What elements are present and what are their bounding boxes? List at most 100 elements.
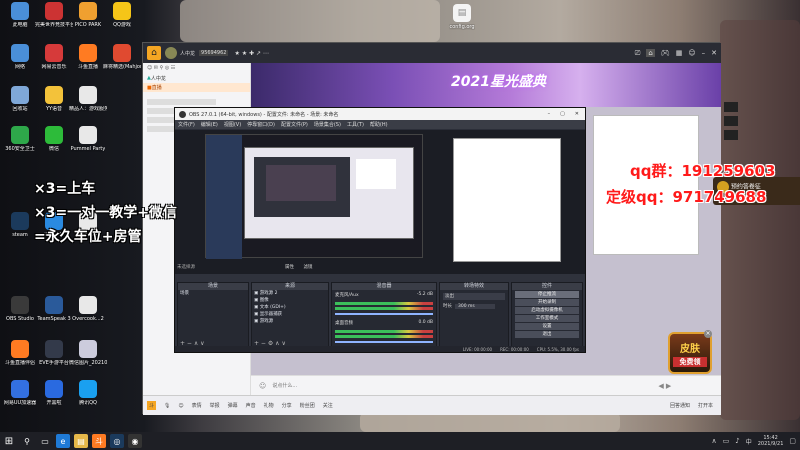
bottom-item-1[interactable]: 举报 bbox=[210, 402, 220, 409]
side-icon[interactable] bbox=[724, 102, 738, 112]
windows-start-icon[interactable]: ⊞ bbox=[2, 434, 16, 448]
side-icon[interactable] bbox=[724, 116, 738, 126]
bottom-item-6[interactable]: 粉丝团 bbox=[300, 402, 315, 409]
desktop-icon[interactable]: 斗鱼直播 bbox=[70, 44, 106, 80]
clock[interactable]: 15:42 2021/9/21 bbox=[758, 435, 784, 447]
desktop-icon[interactable]: Pummel Party bbox=[70, 126, 106, 162]
desktop-icon[interactable]: YY语音 bbox=[36, 86, 72, 122]
obs-minimize-icon[interactable]: – bbox=[548, 111, 551, 117]
volume-tray-icon[interactable]: ♪ bbox=[735, 437, 739, 445]
desktop-icon[interactable]: 网络 bbox=[2, 44, 38, 80]
footer-item-1[interactable]: 打开本 bbox=[698, 402, 713, 409]
desktop-icon[interactable]: 开黑啦 bbox=[36, 380, 72, 416]
left-live-row[interactable]: ■ 直播 bbox=[143, 83, 250, 92]
obs-studio-mode-button[interactable]: 工作室模式 bbox=[515, 315, 579, 322]
steam-taskbar-icon[interactable]: ◎ bbox=[110, 434, 124, 448]
user-small-icon[interactable]: ☺ ✉ ⚲ ◎ ☷ bbox=[147, 65, 175, 71]
bottom-item-3[interactable]: 声音 bbox=[246, 402, 256, 409]
obs-taskbar-icon[interactable]: ◉ bbox=[128, 434, 142, 448]
obs-properties-tab[interactable]: 属性 bbox=[285, 265, 294, 270]
obs-window[interactable]: OBS 27.0.1 (64-bit, windows) - 配置文件: 未命名… bbox=[174, 107, 586, 353]
obs-transition-select[interactable]: 淡出 bbox=[443, 293, 505, 300]
obs-scene-item[interactable]: 场景 bbox=[178, 290, 248, 297]
close-icon[interactable]: ✕ bbox=[711, 49, 717, 57]
obs-source-row[interactable]: ▣ 显示器捕获 bbox=[252, 311, 328, 318]
desktop-icon[interactable]: OBS Studio bbox=[2, 296, 38, 332]
obs-menu-profile[interactable]: 配置文件(P) bbox=[281, 121, 308, 128]
notification-icon[interactable]: ▢ bbox=[789, 437, 796, 445]
task-view-icon[interactable]: ▭ bbox=[38, 434, 52, 448]
folder-icon[interactable]: ▤ bbox=[74, 434, 88, 448]
home-icon[interactable]: ⌂ bbox=[147, 46, 161, 60]
ime-indicator[interactable]: 中 bbox=[746, 437, 752, 446]
desktop-icon[interactable]: 网易云音乐 bbox=[36, 44, 72, 80]
obs-source-row[interactable]: ▣ 游戏源 2 bbox=[252, 290, 328, 297]
obs-filters-tab[interactable]: 滤镜 bbox=[303, 265, 312, 270]
desktop-icon[interactable]: 360安全卫士 bbox=[2, 126, 38, 162]
obs-source-row[interactable]: ▣ 图像 bbox=[252, 297, 328, 304]
obs-menu-docks[interactable]: 停靠窗口(D) bbox=[247, 121, 275, 128]
desktop-icon[interactable]: steam bbox=[2, 212, 38, 248]
douyu-taskbar-icon[interactable]: 斗 bbox=[92, 434, 106, 448]
obs-settings-button[interactable]: 设置 bbox=[515, 323, 579, 330]
promo-close-icon[interactable]: × bbox=[704, 330, 712, 338]
obs-duration-input[interactable]: 300 ms bbox=[455, 303, 495, 309]
obs-volume-slider[interactable] bbox=[335, 313, 433, 315]
obs-start-record-button[interactable]: 开始录制 bbox=[515, 299, 579, 306]
mic-icon[interactable]: 🎙︎ bbox=[164, 403, 170, 409]
desktop-icon-config[interactable]: ▤ config.org bbox=[444, 4, 480, 40]
obs-source-row[interactable]: ▣ 文本 (GDI+) bbox=[252, 304, 328, 311]
desktop-icon[interactable]: PICO PARK bbox=[70, 2, 106, 38]
obs-stop-stream-button[interactable]: 停止推流 bbox=[515, 291, 579, 298]
side-icon[interactable] bbox=[724, 130, 738, 140]
bottom-item-4[interactable]: 礼物 bbox=[264, 402, 274, 409]
obs-volume-slider[interactable] bbox=[335, 341, 433, 343]
obs-virtual-camera-button[interactable]: 启动虚拟摄像机 bbox=[515, 307, 579, 314]
send-icon[interactable]: ◀ ▶ bbox=[658, 382, 671, 390]
desktop-icon[interactable]: EVE手游平台 bbox=[36, 340, 72, 376]
desktop-icon[interactable]: 腾讯QQ bbox=[70, 380, 106, 416]
obs-preview[interactable]: 属性 滤镜 未选择源 bbox=[175, 130, 585, 274]
desktop-icon[interactable]: Overcook...2 bbox=[70, 296, 106, 332]
desktop-icon[interactable]: 微信图片_2021091... bbox=[69, 340, 107, 376]
event-banner[interactable]: 2021星光盛典 bbox=[251, 63, 721, 107]
desktop-icon[interactable]: 此电脑 bbox=[2, 2, 38, 38]
tray-arrow-icon[interactable]: ∧ bbox=[712, 437, 717, 445]
chat-input[interactable] bbox=[272, 379, 653, 392]
edge-icon[interactable]: e bbox=[56, 434, 70, 448]
desktop-icon[interactable]: 微信 bbox=[36, 126, 72, 162]
obs-menu-tools[interactable]: 工具(T) bbox=[347, 121, 364, 128]
obs-maximize-icon[interactable]: ▢ bbox=[560, 111, 565, 117]
left-channel-row[interactable]: ▲ 人中龙 bbox=[143, 73, 250, 83]
grid-icon[interactable]: ▦ bbox=[676, 49, 683, 57]
obs-menu-help[interactable]: 帮助(H) bbox=[370, 121, 388, 128]
desktop-icon[interactable]: 网易UU加速器 bbox=[2, 380, 38, 416]
minimize-icon[interactable]: – bbox=[702, 49, 706, 57]
host-avatar[interactable] bbox=[165, 47, 177, 59]
bottom-item-2[interactable]: 弹幕 bbox=[228, 402, 238, 409]
obs-close-icon[interactable]: ✕ bbox=[575, 111, 579, 117]
star-icon[interactable]: ★ ★ ✚ ↗ ⋯ bbox=[234, 50, 268, 57]
desktop-icon[interactable]: 斗鱼直播伴侣 bbox=[2, 340, 38, 376]
network-tray-icon[interactable]: ▭ bbox=[723, 437, 730, 445]
gamepad-icon[interactable]: 🎮︎ bbox=[661, 49, 670, 57]
chat-icon[interactable]: ☺ bbox=[259, 382, 266, 390]
desktop-icon[interactable]: 精品人：游戏服务器 bbox=[69, 86, 107, 122]
desktop-icon[interactable]: QQ游戏 bbox=[104, 2, 140, 38]
promo-badge[interactable]: 皮肤 免费领 bbox=[668, 332, 712, 374]
desktop-icon[interactable]: 回收站 bbox=[2, 86, 38, 122]
home-nav-icon[interactable]: ⌂ bbox=[646, 49, 655, 57]
bottom-item-5[interactable]: 分享 bbox=[282, 402, 292, 409]
bottom-item-7[interactable]: 关注 bbox=[323, 402, 333, 409]
obs-exit-button[interactable]: 退出 bbox=[515, 331, 579, 338]
bottom-item-0[interactable]: 表情 bbox=[192, 402, 202, 409]
app-logo-icon[interactable]: 斗 bbox=[147, 401, 157, 410]
desktop-icon[interactable]: TeamSpeak 3 bbox=[36, 296, 72, 332]
search-icon[interactable]: ⚲ bbox=[20, 434, 34, 448]
user-icon[interactable]: ☺ bbox=[688, 49, 695, 57]
obs-menu-view[interactable]: 视图(V) bbox=[224, 121, 241, 128]
obs-menu-scenes[interactable]: 场景集合(S) bbox=[314, 121, 341, 128]
emoji-icon[interactable]: ☺ bbox=[178, 403, 183, 409]
footer-item-0[interactable]: 回答通知 bbox=[670, 402, 690, 409]
obs-menu-file[interactable]: 文件(F) bbox=[178, 121, 195, 128]
